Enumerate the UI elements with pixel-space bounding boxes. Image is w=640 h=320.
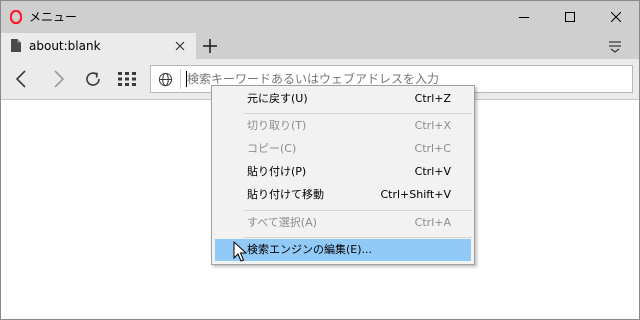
- menu-item-shortcut: Ctrl+Shift+V: [380, 188, 451, 201]
- menu-separator: [244, 210, 472, 211]
- document-icon: [11, 39, 21, 52]
- reload-icon: [86, 72, 100, 86]
- menu-item-label: 元に戻す(U): [247, 92, 308, 105]
- back-button[interactable]: [9, 67, 33, 91]
- menu-item-label: 貼り付けて移動: [247, 188, 324, 201]
- menu-item-shortcut: Ctrl+X: [414, 119, 451, 132]
- menu-item-shortcut: Ctrl+V: [414, 165, 451, 178]
- menu-item-undo[interactable]: 元に戻す(U) Ctrl+Z: [215, 88, 471, 110]
- address-bar-divider: [180, 69, 181, 89]
- back-arrow-icon: [15, 70, 26, 88]
- tab-about-blank[interactable]: about:blank: [1, 33, 196, 59]
- menu-item-edit-search-engines[interactable]: 検索エンジンの編集(E)...: [215, 239, 471, 261]
- menu-item-shortcut: Ctrl+Z: [414, 92, 451, 105]
- maximize-button[interactable]: [547, 1, 593, 33]
- globe-icon[interactable]: [158, 72, 173, 87]
- close-window-button[interactable]: [593, 1, 639, 33]
- title-bar: メニュー: [1, 1, 639, 33]
- new-tab-icon[interactable]: [201, 37, 219, 55]
- menu-item-copy[interactable]: コピー(C) Ctrl+C: [215, 138, 471, 160]
- minimize-icon: [519, 17, 529, 18]
- speed-dial-grid-icon: [118, 72, 136, 86]
- menu-item-label: 検索エンジンの編集(E)...: [247, 243, 373, 256]
- menu-item-label: すべて選択(A): [247, 216, 317, 229]
- menu-item-cut[interactable]: 切り取り(T) Ctrl+X: [215, 115, 471, 137]
- window-title: メニュー: [29, 10, 78, 24]
- menu-separator: [244, 113, 472, 114]
- tab-menu-icon[interactable]: [607, 38, 623, 54]
- menu-item-shortcut: Ctrl+C: [414, 142, 451, 155]
- close-icon: [611, 12, 621, 22]
- maximize-icon: [565, 12, 575, 22]
- forward-arrow-icon: [54, 70, 65, 88]
- reload-button[interactable]: [81, 67, 105, 91]
- minimize-button[interactable]: [501, 1, 547, 33]
- menu-separator: [244, 237, 472, 238]
- browser-window: メニュー about:blank 検索キーワードあるいはウェブアドレスを入力 元…: [0, 0, 640, 320]
- menu-item-label: コピー(C): [247, 142, 297, 155]
- text-caret: [186, 71, 187, 87]
- menu-item-label: 貼り付け(P): [247, 165, 307, 178]
- tab-strip: about:blank: [1, 33, 639, 59]
- menu-item-paste-and-go[interactable]: 貼り付けて移動 Ctrl+Shift+V: [215, 184, 471, 206]
- menu-item-paste[interactable]: 貼り付け(P) Ctrl+V: [215, 161, 471, 183]
- tab-close-icon[interactable]: [173, 39, 187, 53]
- menu-item-label: 切り取り(T): [247, 119, 307, 132]
- menu-item-select-all[interactable]: すべて選択(A) Ctrl+A: [215, 212, 471, 234]
- menu-item-shortcut: Ctrl+A: [414, 216, 451, 229]
- tab-title: about:blank: [29, 39, 101, 53]
- mouse-cursor-icon: [233, 241, 247, 262]
- context-menu: 元に戻す(U) Ctrl+Z 切り取り(T) Ctrl+X コピー(C) Ctr…: [211, 85, 475, 265]
- forward-button[interactable]: [47, 67, 71, 91]
- speed-dial-button[interactable]: [115, 67, 139, 91]
- opera-logo-icon[interactable]: [10, 10, 22, 24]
